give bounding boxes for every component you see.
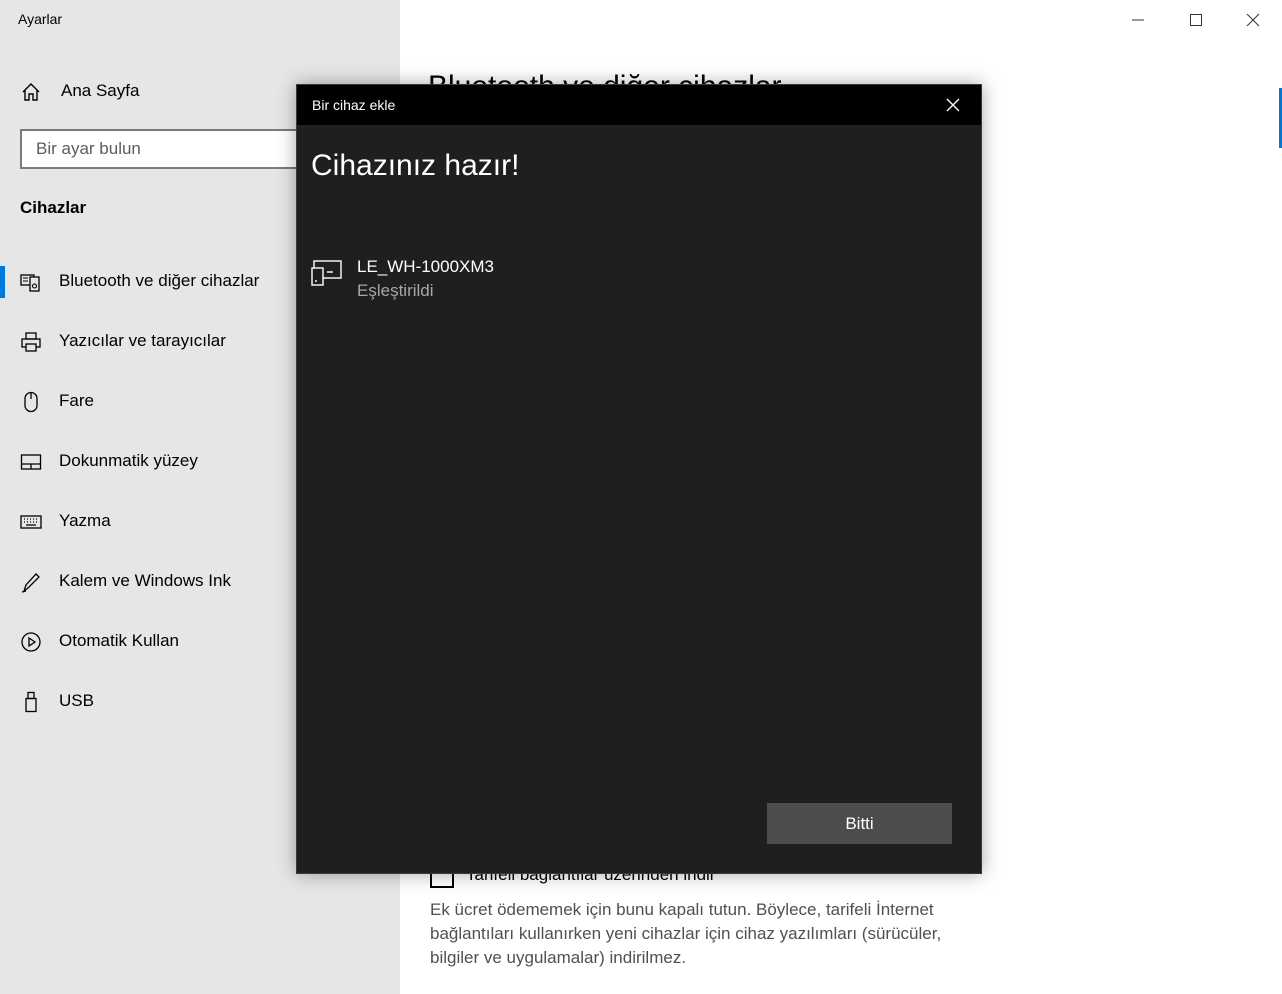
device-status: Eşleştirildi bbox=[357, 281, 434, 300]
device-icon bbox=[311, 260, 342, 286]
metered-description: Ek ücret ödememek için bunu kapalı tutun… bbox=[430, 900, 942, 967]
dialog-title: Bir cihaz ekle bbox=[312, 97, 396, 113]
sidebar-item-label: Fare bbox=[59, 391, 94, 410]
dialog-titlebar: Bir cihaz ekle bbox=[297, 85, 981, 125]
bluetooth-devices-icon bbox=[20, 274, 40, 292]
autoplay-icon bbox=[21, 632, 41, 652]
keyboard-icon bbox=[20, 515, 42, 529]
sidebar-item-label: Dokunmatik yüzey bbox=[59, 451, 198, 470]
sidebar-item-label: Bluetooth ve diğer cihazlar bbox=[59, 271, 260, 290]
close-icon[interactable] bbox=[943, 95, 963, 115]
home-icon bbox=[22, 83, 40, 101]
section-title: Cihazlar bbox=[20, 198, 87, 217]
pen-icon bbox=[21, 573, 40, 593]
dialog-heading: Cihazınız hazır! bbox=[311, 149, 520, 182]
add-device-dialog: Bir cihaz ekle Cihazınız hazır! LE_WH-10… bbox=[296, 84, 982, 874]
home-label: Ana Sayfa bbox=[61, 81, 140, 100]
window-controls bbox=[1122, 0, 1282, 40]
sidebar-item-label: Yazma bbox=[59, 511, 111, 530]
sidebar-item-label: Yazıcılar ve tarayıcılar bbox=[59, 331, 226, 350]
selection-indicator bbox=[0, 266, 5, 298]
maximize-icon[interactable] bbox=[1184, 8, 1208, 32]
sidebar-item-label: USB bbox=[59, 691, 94, 710]
done-button[interactable]: Bitti bbox=[767, 803, 952, 844]
device-list-item[interactable]: LE_WH-1000XM3 Eşleştirildi bbox=[311, 255, 951, 311]
usb-icon bbox=[25, 691, 37, 713]
printer-icon bbox=[21, 332, 41, 352]
touchpad-icon bbox=[20, 454, 42, 470]
close-icon[interactable] bbox=[1241, 8, 1265, 32]
minimize-icon[interactable] bbox=[1126, 8, 1150, 32]
app-title: Ayarlar bbox=[18, 11, 63, 27]
sidebar-item-label: Otomatik Kullan bbox=[59, 631, 179, 650]
sidebar-item-label: Kalem ve Windows Ink bbox=[59, 571, 231, 590]
device-name: LE_WH-1000XM3 bbox=[357, 257, 495, 276]
mouse-icon bbox=[24, 391, 38, 413]
